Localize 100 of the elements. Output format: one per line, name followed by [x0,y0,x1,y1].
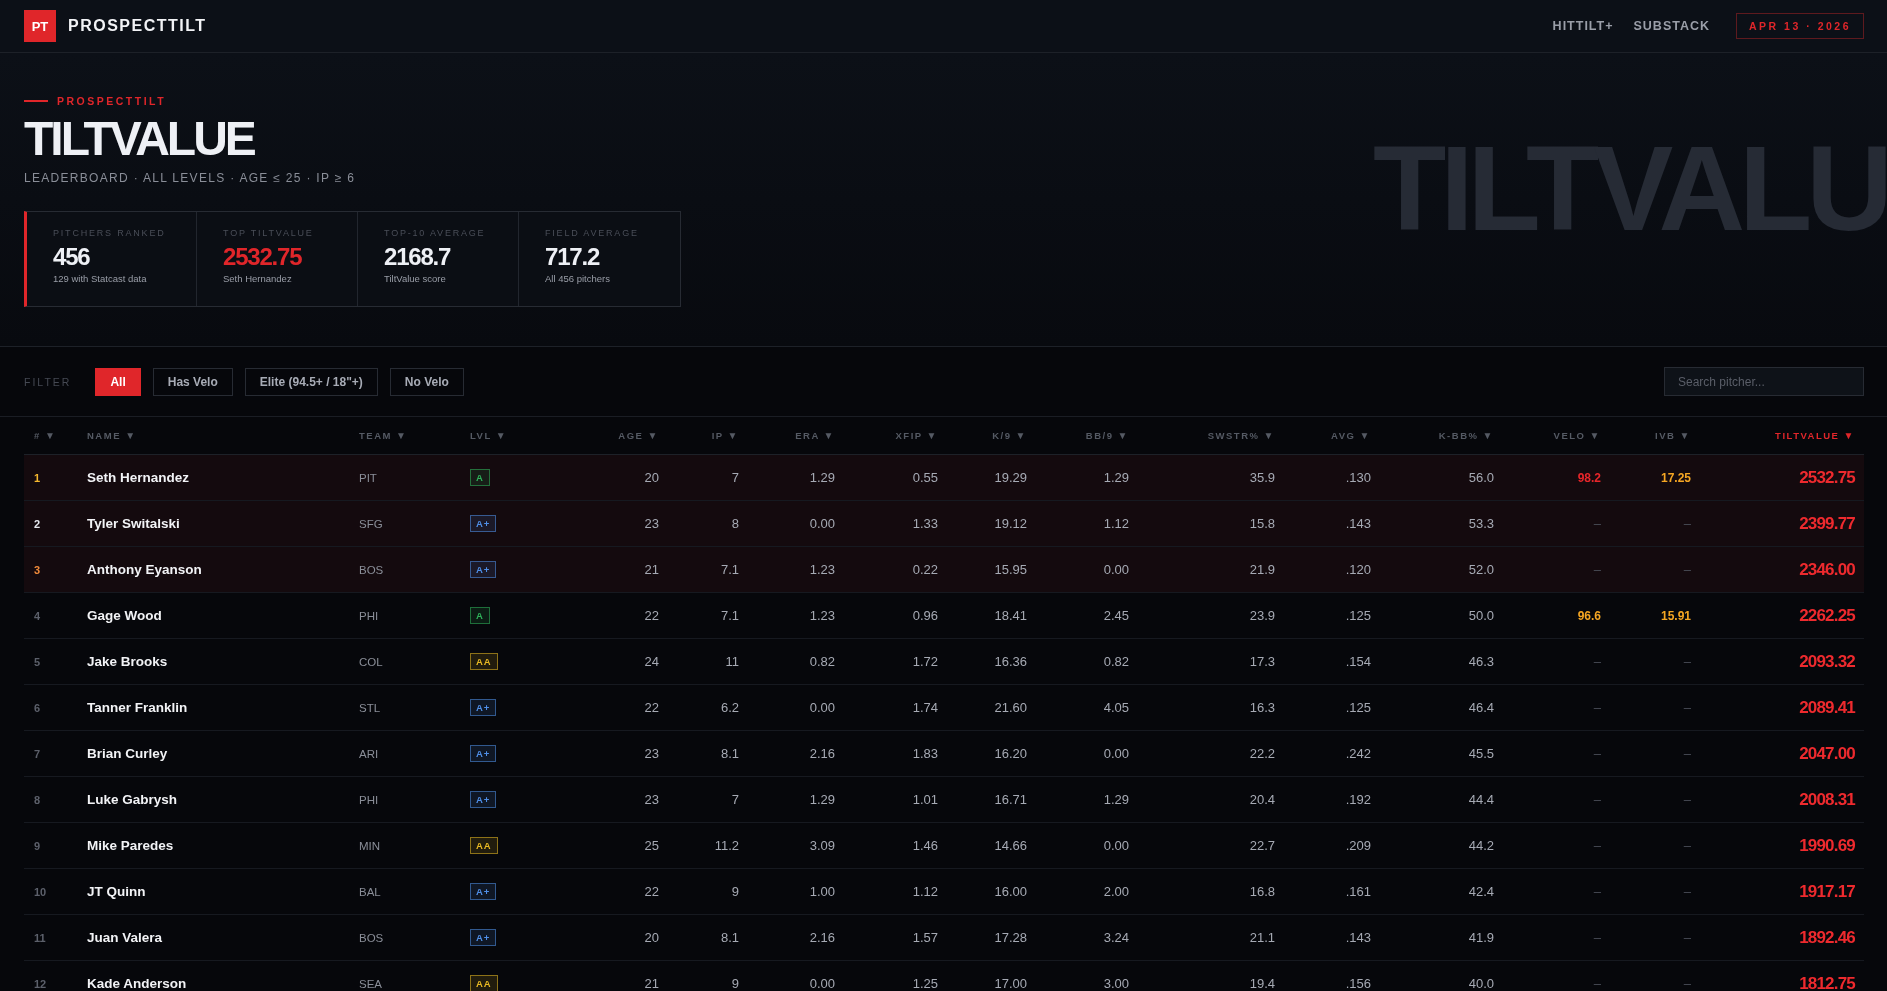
k-bb-cell-text: 40.0 [1467,976,1495,991]
team-cell-text: ARI [358,747,380,760]
nav-link[interactable]: HITTILT+ [1552,19,1614,33]
level-badge: A+ [470,929,497,946]
player-name[interactable]: Mike Paredes [77,838,349,853]
age-cell-text: 20 [643,470,660,485]
walk-rate-cell-text: 0.82 [1102,654,1130,669]
filter-button[interactable]: Elite (94.5+ / 18"+) [244,367,378,396]
average-cell-text: .161 [1344,884,1372,899]
filter-button[interactable]: No Velo [389,367,464,396]
age-cell-text: 21 [643,562,660,577]
age-cell-text: 23 [643,516,660,531]
vertical-break-cell-text: 17.25 [1659,470,1692,485]
team-cell-text: MIN [358,839,382,852]
team-cell-text: COL [358,655,384,668]
age-cell-text: 25 [643,838,660,853]
player-name[interactable]: Tyler Switalski [77,516,349,531]
velocity-cell-text: 96.6 [1576,608,1602,623]
player-name[interactable]: Jake Brooks [77,654,349,669]
average-cell-text: .209 [1344,838,1372,853]
age-cell-text: 22 [643,884,660,899]
rank-cell-text: 5 [33,655,42,668]
filter-button[interactable]: Has Velo [152,367,233,396]
strikeout-rate-cell-text: 15.95 [993,562,1028,577]
stat-note: All 456 pitchers [545,273,611,285]
era-cell-text: 0.00 [808,700,836,715]
velocity-cell-text: – [1592,516,1602,531]
swinging-strike-cell-text: 16.3 [1248,700,1276,715]
search-field[interactable]: Search pitcher... [1664,367,1864,396]
xfip-cell-text: 1.25 [911,976,939,991]
velocity-cell-text: – [1592,792,1602,807]
column-header[interactable]: TILTVALUE ▼ [1700,430,1864,441]
logo-icon[interactable]: PT [24,10,56,42]
average-cell-text: .154 [1344,654,1372,669]
era-cell-text: 2.16 [808,746,836,761]
page-subtitle: LEADERBOARD · ALL LEVELS · AGE ≤ 25 · IP ≥ 6 [24,171,357,185]
vertical-break-cell-text: – [1682,838,1692,853]
era-cell-text: 2.16 [808,930,836,945]
player-name[interactable]: Brian Curley [77,746,349,761]
age-cell-text: 23 [643,792,660,807]
team-cell-text: BOS [358,931,385,944]
level-badge: A+ [470,745,497,762]
vertical-break-cell-text: – [1682,516,1692,531]
k-bb-cell-text: 50.0 [1467,608,1495,623]
player-name[interactable]: JT Quinn [77,884,349,899]
xfip-cell-text: 1.33 [911,516,939,531]
innings-cell-text: 8.1 [719,746,740,761]
player-name[interactable]: Kade Anderson [77,976,349,991]
tiltvalue-cell-text: 2399.77 [1798,513,1856,534]
xfip-cell-text: 1.01 [911,792,939,807]
rank-cell-text: 8 [33,793,42,806]
era-cell-text: 1.00 [808,884,836,899]
era-cell-text: 0.82 [808,654,836,669]
velocity-cell-text: – [1592,746,1602,761]
average-cell-text: .130 [1344,470,1372,485]
strikeout-rate-cell-text: 18.41 [993,608,1028,623]
nav-link[interactable]: SUBSTACK [1633,19,1711,33]
average-cell-text: .156 [1344,976,1372,991]
era-cell-text: 0.00 [808,976,836,991]
innings-cell-text: 6.2 [719,700,740,715]
filter-button[interactable]: All [95,367,141,396]
player-name[interactable]: Juan Valera [77,930,349,945]
xfip-cell-text: 0.22 [911,562,939,577]
era-cell-text: 1.29 [808,792,836,807]
level-badge: A+ [470,515,497,532]
walk-rate-cell-text: 3.00 [1102,976,1130,991]
k-bb-cell-text: 41.9 [1467,930,1495,945]
strikeout-rate-cell-text: 16.71 [993,792,1028,807]
age-cell-text: 21 [643,976,660,991]
stat-label: FIELD AVERAGE [545,228,640,238]
walk-rate-cell-text: 1.12 [1102,516,1130,531]
velocity-cell-text: – [1592,654,1602,669]
vertical-break-cell-text: – [1682,654,1692,669]
velocity-cell-text: – [1592,700,1602,715]
vertical-break-cell-text: – [1682,884,1692,899]
player-name[interactable]: Seth Hernandez [77,470,349,485]
team-cell-text: SEA [358,977,383,990]
strikeout-rate-cell-text: 19.12 [993,516,1028,531]
eyebrow-label: PROSPECTTILT [57,95,167,107]
vertical-break-cell-text: – [1682,700,1692,715]
rank-cell-text: 11 [33,931,47,944]
player-name[interactable]: Tanner Franklin [77,700,349,715]
strikeout-rate-cell-text: 17.28 [993,930,1028,945]
player-name[interactable]: Gage Wood [77,608,349,623]
rank-cell-text: 6 [33,701,42,714]
player-name[interactable]: Luke Gabrysh [77,792,349,807]
team-cell-text: PHI [358,609,380,622]
brand-name[interactable]: PROSPECTTILT [68,17,207,35]
xfip-cell-text: 0.96 [911,608,939,623]
velocity-cell-text: 98.2 [1576,470,1602,485]
xfip-cell-text: 1.72 [911,654,939,669]
rank-cell-text: 10 [33,885,48,898]
stat-label: PITCHERS RANKED [53,228,167,238]
era-cell-text: 1.29 [808,470,836,485]
innings-cell-text: 8.1 [719,930,740,945]
swinging-strike-cell-text: 35.9 [1248,470,1276,485]
velocity-cell-text: – [1592,976,1602,991]
player-name[interactable]: Anthony Eyanson [77,562,349,577]
k-bb-cell-text: 45.5 [1467,746,1495,761]
tiltvalue-cell-text: 1990.69 [1798,835,1856,856]
